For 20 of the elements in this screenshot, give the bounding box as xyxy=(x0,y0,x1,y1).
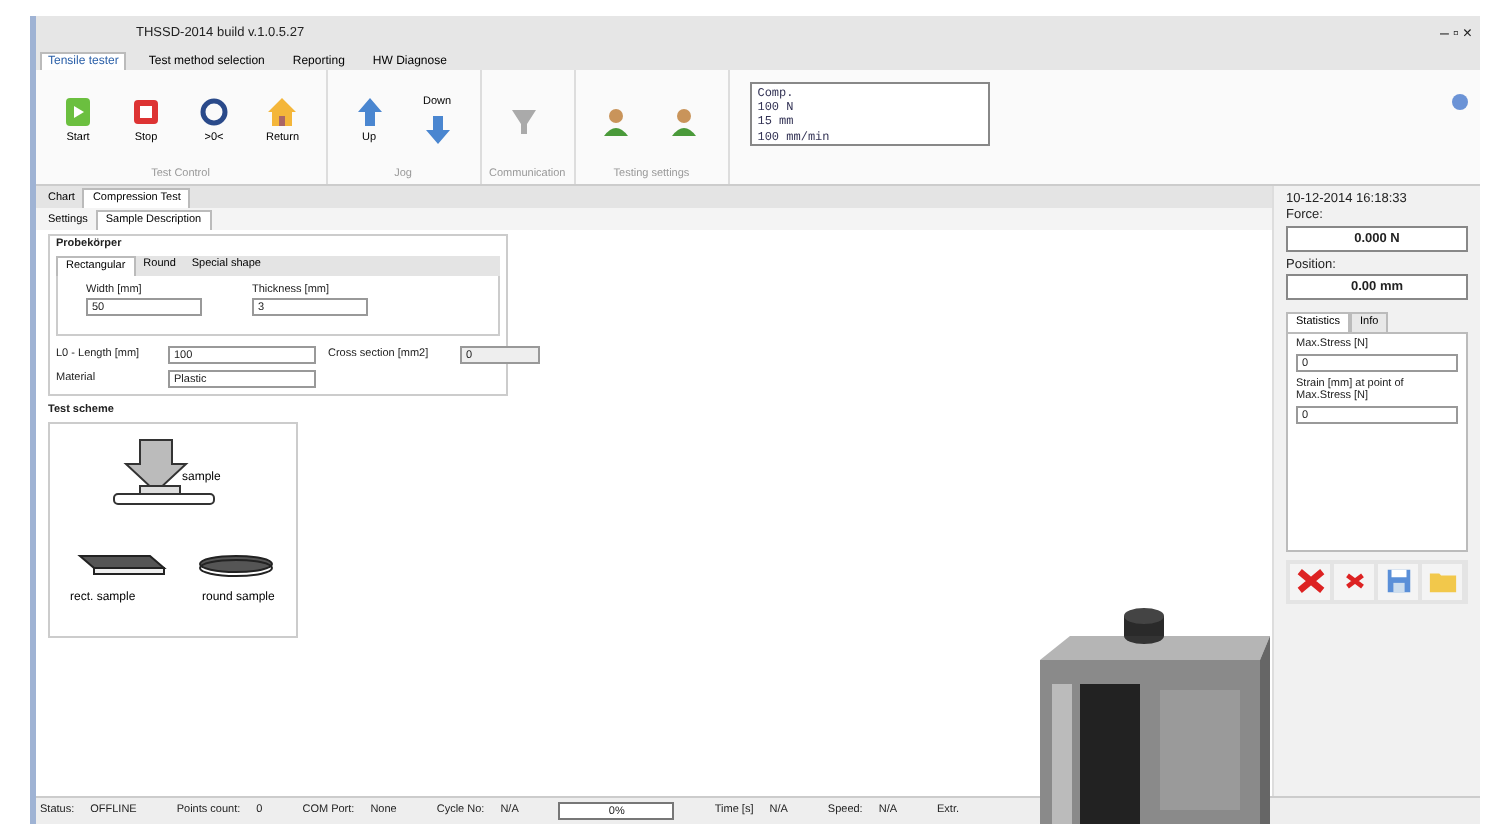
down-arrow-icon xyxy=(421,114,454,146)
home-icon xyxy=(266,96,299,129)
person-icon xyxy=(669,105,702,138)
help-icon[interactable] xyxy=(1452,94,1468,110)
save-icon xyxy=(1383,566,1413,597)
round-sample-drawing xyxy=(199,554,273,577)
up-arrow-icon xyxy=(353,96,386,129)
delete-button[interactable] xyxy=(1334,563,1374,600)
delete-icon xyxy=(1295,566,1325,597)
play-icon xyxy=(62,96,94,129)
save-button[interactable] xyxy=(1378,563,1418,600)
delete-all-button[interactable] xyxy=(1290,563,1330,600)
restore-button[interactable]: ▫ xyxy=(1452,23,1459,43)
rect-sample-drawing xyxy=(77,554,167,575)
stop-icon xyxy=(130,96,162,129)
person-icon xyxy=(601,105,634,138)
ring-icon xyxy=(198,96,230,129)
close-button[interactable]: × xyxy=(1462,23,1472,43)
funnel-icon xyxy=(507,105,540,138)
minimize-button[interactable]: – xyxy=(1440,23,1449,43)
